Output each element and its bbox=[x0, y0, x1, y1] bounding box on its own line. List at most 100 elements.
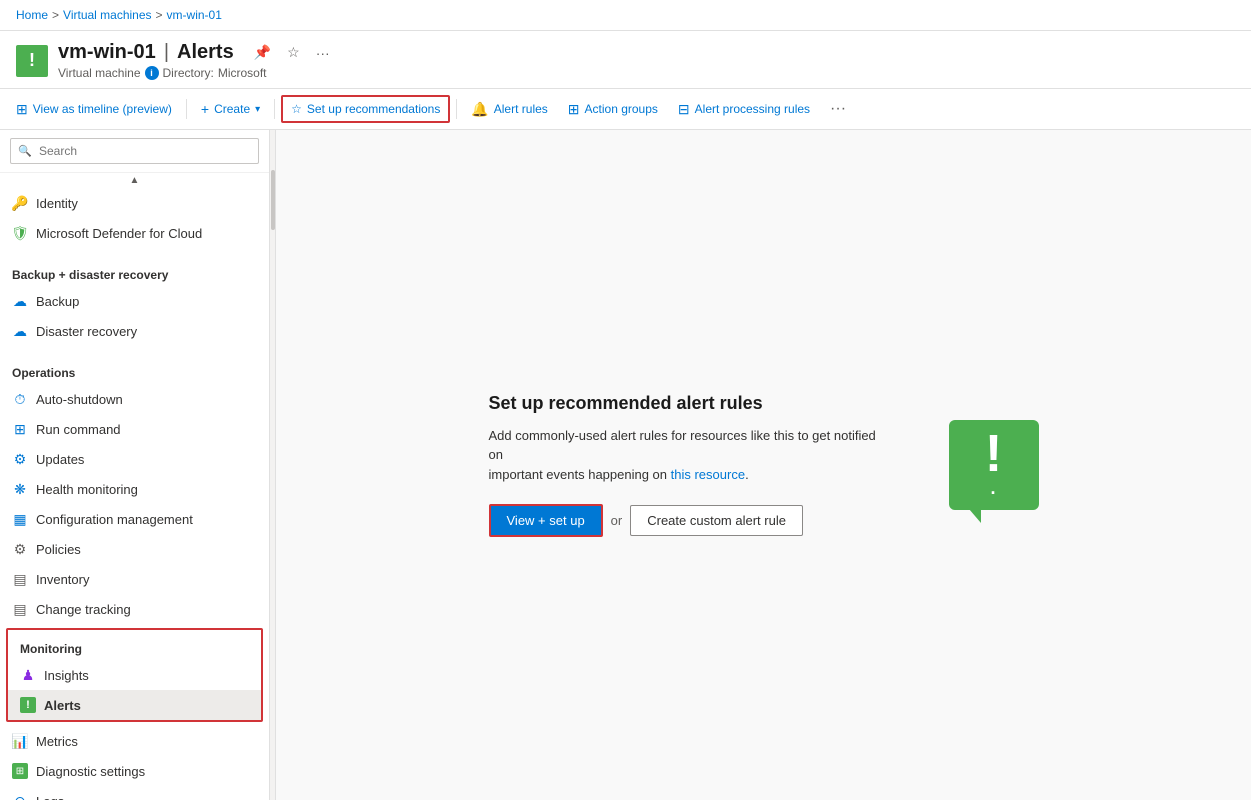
favorite-button[interactable]: ☆ bbox=[283, 42, 304, 63]
sidebar-item-backup[interactable]: ☁ Backup bbox=[0, 286, 269, 316]
sidebar-item-health-monitoring[interactable]: ❋ Health monitoring bbox=[0, 474, 269, 504]
policies-icon: ⚙ bbox=[12, 541, 28, 557]
header-title-block: vm-win-01 | Alerts 📌 ☆ ··· Virtual machi… bbox=[58, 41, 334, 80]
alerts-label: Alerts bbox=[44, 698, 81, 713]
icon-dot: · bbox=[991, 484, 997, 502]
defender-label: Microsoft Defender for Cloud bbox=[36, 226, 202, 241]
section-operations: Operations bbox=[0, 354, 269, 384]
backup-label: Backup bbox=[36, 294, 79, 309]
sidebar-item-defender[interactable]: 🛡 Microsoft Defender for Cloud bbox=[0, 218, 269, 248]
policies-label: Policies bbox=[36, 542, 81, 557]
change-tracking-icon: ▤ bbox=[12, 601, 28, 617]
diagnostic-settings-label: Diagnostic settings bbox=[36, 764, 145, 779]
subtitle-type: Virtual machine bbox=[58, 66, 141, 80]
action-groups-label: Action groups bbox=[585, 102, 658, 116]
sidebar-search-container bbox=[0, 130, 269, 173]
health-monitoring-label: Health monitoring bbox=[36, 482, 138, 497]
section-monitoring: Monitoring bbox=[8, 630, 261, 660]
sidebar-item-inventory[interactable]: ▤ Inventory bbox=[0, 564, 269, 594]
breadcrumb-home[interactable]: Home bbox=[16, 8, 48, 22]
main-layout: ▲ 🔑 Identity 🛡 Microsoft Defender for Cl… bbox=[0, 130, 1251, 800]
disaster-recovery-icon: ☁ bbox=[12, 323, 28, 339]
view-timeline-label: View as timeline (preview) bbox=[33, 102, 172, 116]
toolbar: ⊞ View as timeline (preview) + Create ▾ … bbox=[0, 89, 1251, 130]
toolbar-more-button[interactable]: ··· bbox=[822, 95, 854, 123]
alert-large-icon: ! · bbox=[949, 420, 1039, 510]
search-input[interactable] bbox=[10, 138, 259, 164]
insights-label: Insights bbox=[44, 668, 89, 683]
info-icon[interactable]: i bbox=[145, 66, 159, 80]
inventory-icon: ▤ bbox=[12, 571, 28, 587]
sidebar-item-auto-shutdown[interactable]: ⏱ Auto-shutdown bbox=[0, 384, 269, 414]
sidebar-item-run-command[interactable]: ⊞ Run command bbox=[0, 414, 269, 444]
view-setup-button[interactable]: View + set up bbox=[489, 504, 603, 537]
sidebar-item-disaster-recovery[interactable]: ☁ Disaster recovery bbox=[0, 316, 269, 346]
create-icon: + bbox=[201, 101, 209, 117]
alert-processing-rules-button[interactable]: ⊟ Alert processing rules bbox=[670, 96, 818, 123]
alert-rules-button[interactable]: 🔔 Alert rules bbox=[463, 96, 555, 123]
alert-processing-label: Alert processing rules bbox=[695, 102, 810, 116]
search-wrap bbox=[10, 138, 259, 164]
breadcrumb-sep1: > bbox=[52, 8, 59, 22]
auto-shutdown-label: Auto-shutdown bbox=[36, 392, 123, 407]
empty-state-title: Set up recommended alert rules bbox=[489, 393, 889, 414]
action-groups-icon: ⊞ bbox=[568, 101, 580, 118]
empty-state-actions: View + set up or Create custom alert rul… bbox=[489, 504, 889, 537]
monitoring-section: Monitoring ♟ Insights ! Alerts bbox=[6, 628, 263, 722]
star-icon: ☆ bbox=[291, 102, 302, 116]
scroll-up-indicator[interactable]: ▲ bbox=[0, 173, 269, 188]
view-timeline-button[interactable]: ⊞ View as timeline (preview) bbox=[8, 96, 180, 123]
subtitle-directory-value: Microsoft bbox=[218, 66, 267, 80]
alert-rules-icon: 🔔 bbox=[471, 101, 488, 118]
sidebar-item-diagnostic-settings[interactable]: ⊞ Diagnostic settings bbox=[0, 756, 269, 786]
or-text: or bbox=[611, 513, 623, 528]
defender-icon: 🛡 bbox=[12, 225, 28, 241]
breadcrumb-vms[interactable]: Virtual machines bbox=[63, 8, 152, 22]
sidebar-item-change-tracking[interactable]: ▤ Change tracking bbox=[0, 594, 269, 624]
sidebar-item-logs[interactable]: ⊙ Logs bbox=[0, 786, 269, 800]
create-custom-rule-button[interactable]: Create custom alert rule bbox=[630, 505, 803, 536]
desc-part2: important events happening on bbox=[489, 467, 668, 482]
alert-rules-label: Alert rules bbox=[494, 102, 548, 116]
desc-link[interactable]: this resource bbox=[671, 467, 745, 482]
create-chevron: ▾ bbox=[255, 104, 260, 115]
desc-part1: Add commonly-used alert rules for resour… bbox=[489, 428, 876, 463]
exclamation-mark: ! bbox=[985, 428, 1002, 480]
desc-end: . bbox=[745, 467, 749, 482]
more-button[interactable]: ··· bbox=[312, 42, 334, 63]
sidebar-item-metrics[interactable]: 📊 Metrics bbox=[0, 726, 269, 756]
page-header: ! vm-win-01 | Alerts 📌 ☆ ··· Virtual mac… bbox=[0, 31, 1251, 89]
header-title-main: vm-win-01 | Alerts 📌 ☆ ··· bbox=[58, 41, 334, 64]
create-label: Create bbox=[214, 102, 250, 116]
toolbar-sep3 bbox=[456, 99, 457, 119]
setup-recommendations-label: Set up recommendations bbox=[307, 102, 440, 116]
backup-icon: ☁ bbox=[12, 293, 28, 309]
sidebar-item-insights[interactable]: ♟ Insights bbox=[8, 660, 261, 690]
empty-state-description: Add commonly-used alert rules for resour… bbox=[489, 426, 889, 485]
action-groups-button[interactable]: ⊞ Action groups bbox=[560, 96, 666, 123]
vm-icon: ! bbox=[16, 45, 48, 77]
sidebar-search-area bbox=[0, 130, 269, 173]
create-button[interactable]: + Create ▾ bbox=[193, 96, 268, 122]
run-command-label: Run command bbox=[36, 422, 121, 437]
subtitle-directory-label: Directory: bbox=[163, 66, 214, 80]
scrollbar-thumb[interactable] bbox=[271, 170, 275, 230]
header-subtitle: Virtual machine i Directory: Microsoft bbox=[58, 66, 334, 80]
sidebar-item-identity[interactable]: 🔑 Identity bbox=[0, 188, 269, 218]
section-backup: Backup + disaster recovery bbox=[0, 256, 269, 286]
sidebar-item-config-management[interactable]: ▦ Configuration management bbox=[0, 504, 269, 534]
title-separator: | bbox=[164, 41, 169, 64]
sidebar-item-updates[interactable]: ⚙ Updates bbox=[0, 444, 269, 474]
config-management-icon: ▦ bbox=[12, 511, 28, 527]
disaster-recovery-label: Disaster recovery bbox=[36, 324, 137, 339]
logs-icon: ⊙ bbox=[12, 793, 28, 800]
setup-recommendations-button[interactable]: ☆ Set up recommendations bbox=[281, 95, 450, 123]
sidebar: ▲ 🔑 Identity 🛡 Microsoft Defender for Cl… bbox=[0, 130, 270, 800]
empty-state-text: Set up recommended alert rules Add commo… bbox=[489, 393, 889, 538]
pin-button[interactable]: 📌 bbox=[250, 42, 275, 63]
health-monitoring-icon: ❋ bbox=[12, 481, 28, 497]
vm-name: vm-win-01 bbox=[58, 41, 156, 64]
header-icon-buttons: 📌 ☆ ··· bbox=[250, 42, 334, 63]
sidebar-item-policies[interactable]: ⚙ Policies bbox=[0, 534, 269, 564]
sidebar-item-alerts[interactable]: ! Alerts bbox=[8, 690, 261, 720]
